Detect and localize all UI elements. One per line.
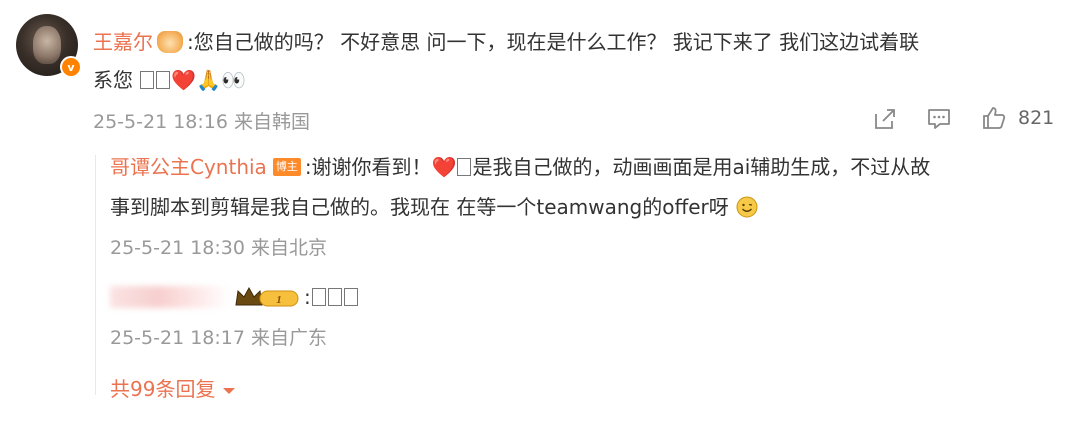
more-replies-label: 共99条回复 <box>110 377 216 401</box>
comment-line-1: 王嘉尔 :您自己做的吗？ 不好意思 问一下，现在是什么工作？ 我记下来了 我们这边… <box>93 28 919 56</box>
svg-text:1: 1 <box>276 294 282 306</box>
missing-glyph-icon <box>156 70 171 89</box>
reply-thread-divider <box>95 155 96 395</box>
caret-down-icon <box>222 387 235 394</box>
comment-time: 25-5-21 18:16 来自韩国 <box>93 111 310 133</box>
like-icon[interactable] <box>981 105 1007 131</box>
reply-2-line: 1 : <box>110 283 359 311</box>
reply-2-text: : <box>304 285 311 309</box>
comment-text-2: 系您 <box>93 68 133 92</box>
avatar-face <box>33 26 61 64</box>
reply-2-time: 25-5-21 18:17 来自广东 <box>110 327 327 349</box>
missing-glyph-icon <box>327 287 342 306</box>
comment-line-2: 系您 ❤️🙏👀 <box>93 66 246 94</box>
author-badge: 博主 <box>272 157 301 176</box>
missing-glyph-icon <box>457 157 472 176</box>
reply-1-text-1b: 是我自己做的，动画画面是用ai辅助生成，不过从故 <box>472 155 931 179</box>
verified-badge-icon: v <box>60 56 82 78</box>
blurred-username <box>110 285 230 308</box>
like-count: 821 <box>1018 107 1055 129</box>
missing-glyph-icon <box>311 287 326 306</box>
missing-glyph-icon <box>343 287 358 306</box>
reply-1-username[interactable]: 哥谭公主Cynthia <box>110 155 267 179</box>
heart-emoji-icon: ❤️ <box>431 155 457 179</box>
more-replies-link[interactable]: 共99条回复 <box>110 373 236 402</box>
fan-medal-icon <box>157 30 183 53</box>
share-icon[interactable] <box>872 106 898 132</box>
reply-1-text-2: 事到脚本到剪辑是我自己做的。我现在 在等一个teamwang的offer呀 <box>110 195 729 219</box>
comment-emoji: ❤️🙏👀 <box>171 68 247 92</box>
missing-glyph-icon <box>140 70 155 89</box>
comment-icon[interactable] <box>926 106 952 132</box>
reply-1-text-1: :谢谢你看到！ <box>304 155 432 179</box>
member-level-badge-icon: 1 <box>235 286 299 306</box>
reply-1-line-2: 事到脚本到剪辑是我自己做的。我现在 在等一个teamwang的offer呀 <box>110 193 759 221</box>
avatar[interactable]: v <box>16 14 82 78</box>
reply-1-time: 25-5-21 18:30 来自北京 <box>110 237 327 259</box>
reply-1-line-1: 哥谭公主Cynthia 博主:谢谢你看到！❤️ 是我自己做的，动画画面是用ai辅助生… <box>110 153 930 181</box>
comment-text-1: :您自己做的吗？ 不好意思 问一下，现在是什么工作？ 我记下来了 我们这边试着联 <box>187 30 920 54</box>
smile-emoji-icon <box>736 196 758 217</box>
comment-username[interactable]: 王嘉尔 <box>93 30 153 54</box>
